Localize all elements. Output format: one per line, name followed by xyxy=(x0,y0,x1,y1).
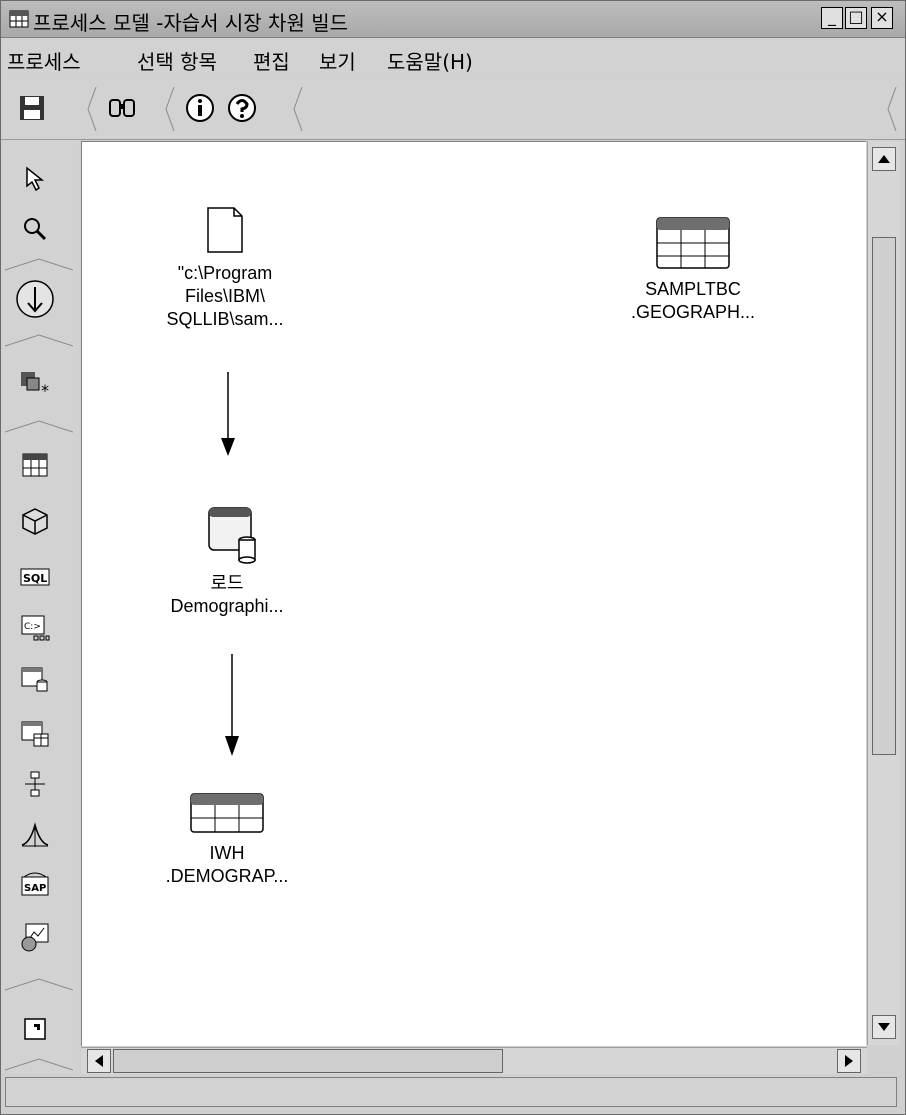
target-table-label-1: IWH xyxy=(209,843,245,863)
tool-palette: * SQL C:> SAP xyxy=(1,141,79,1073)
save-icon[interactable] xyxy=(13,89,51,127)
app-icon xyxy=(9,10,29,28)
load-step-label-1: 로드 xyxy=(210,573,244,593)
menu-edit[interactable]: 편집 xyxy=(253,46,290,75)
horizontal-scrollbar[interactable] xyxy=(81,1047,867,1074)
toolbar-separator xyxy=(293,87,303,131)
target-table-node[interactable]: IWH .DEMOGRAP... xyxy=(142,792,312,888)
file-load-icon[interactable] xyxy=(13,657,57,701)
palette-separator xyxy=(5,258,73,271)
svg-text:C:>: C:> xyxy=(24,622,41,632)
svg-text:SQL: SQL xyxy=(23,572,47,585)
horizontal-scroll-thumb[interactable] xyxy=(113,1049,503,1073)
table-load-icon[interactable] xyxy=(13,711,57,755)
toolbar-separator xyxy=(87,87,97,131)
toolbar-separator xyxy=(165,87,175,131)
load-step-label-2: Demographi... xyxy=(170,596,284,616)
menu-selected[interactable]: 선택 항목 xyxy=(137,46,217,75)
file-icon xyxy=(207,207,243,253)
cube-icon[interactable] xyxy=(13,499,57,543)
palette-separator xyxy=(5,1058,73,1071)
new-object-icon[interactable]: * xyxy=(13,361,57,405)
palette-separator xyxy=(5,420,73,433)
minimize-button[interactable]: _ xyxy=(821,7,843,29)
web-icon[interactable] xyxy=(13,915,57,959)
file-node-label-2: Files\IBM\ xyxy=(184,286,265,306)
status-bar xyxy=(5,1077,897,1107)
arrow-up-icon xyxy=(878,155,890,163)
source-table-label-1: SAMPLTBC xyxy=(645,279,741,299)
arrow-down-icon xyxy=(878,1023,890,1031)
find-icon[interactable] xyxy=(103,89,141,127)
vertical-scroll-thumb[interactable] xyxy=(872,237,896,755)
scroll-right-button[interactable] xyxy=(837,1049,861,1073)
source-table-icon xyxy=(656,217,730,269)
file-node[interactable]: "c:\Program Files\IBM\ SQLLIB\sam... xyxy=(140,206,310,331)
toolbar-separator xyxy=(887,87,897,131)
source-table-node[interactable]: SAMPLTBC .GEOGRAPH... xyxy=(608,216,778,324)
close-button[interactable]: × xyxy=(871,7,893,29)
info-icon[interactable] xyxy=(181,89,219,127)
file-node-label-1: "c:\Program xyxy=(177,263,273,283)
table-icon[interactable] xyxy=(13,443,57,487)
sap-icon[interactable]: SAP xyxy=(13,863,57,907)
shortcut-icon[interactable] xyxy=(13,1007,57,1051)
target-table-label-2: .DEMOGRAP... xyxy=(165,866,289,886)
transform-icon[interactable] xyxy=(13,763,57,807)
menu-bar: 프로세스 선택 항목 편집 보기 도움말(H) xyxy=(1,38,905,112)
help-icon[interactable] xyxy=(223,89,261,127)
palette-separator xyxy=(5,978,73,991)
pointer-icon[interactable] xyxy=(13,157,57,201)
connector-arrowhead xyxy=(225,736,239,756)
zoom-icon[interactable] xyxy=(13,207,57,251)
toolbar xyxy=(1,79,905,140)
target-table-icon xyxy=(190,793,264,833)
arrow-left-icon xyxy=(95,1055,103,1067)
statistics-icon[interactable] xyxy=(13,813,57,857)
svg-text:*: * xyxy=(41,381,49,398)
process-canvas[interactable]: "c:\Program Files\IBM\ SQLLIB\sam... 로드 … xyxy=(81,141,866,1046)
menu-view[interactable]: 보기 xyxy=(319,46,356,75)
window-title: 프로세스 모델 -자습서 시장 차원 빌드 xyxy=(33,11,349,35)
sql-icon[interactable]: SQL xyxy=(13,555,57,599)
load-step-node[interactable]: 로드 Demographi... xyxy=(142,504,312,618)
arrow-right-icon xyxy=(845,1055,853,1067)
connector-arrowhead xyxy=(221,438,235,456)
scroll-left-button[interactable] xyxy=(87,1049,111,1073)
svg-text:SAP: SAP xyxy=(24,883,46,894)
scroll-up-button[interactable] xyxy=(872,147,896,171)
vertical-scrollbar[interactable] xyxy=(867,141,900,1045)
palette-separator xyxy=(5,334,73,347)
source-table-label-2: .GEOGRAPH... xyxy=(630,302,756,322)
program-icon[interactable]: C:> xyxy=(13,607,57,651)
menu-process[interactable]: 프로세스 xyxy=(7,46,81,75)
title-bar[interactable]: 프로세스 모델 -자습서 시장 차원 빌드 _ □ × xyxy=(1,1,905,38)
process-model-window: 프로세스 모델 -자습서 시장 차원 빌드 _ □ × 프로세스 선택 항목 편… xyxy=(0,0,906,1115)
file-node-label-3: SQLLIB\sam... xyxy=(166,309,284,329)
load-step-icon xyxy=(208,507,256,564)
task-flow-icon[interactable] xyxy=(13,277,57,321)
menu-help[interactable]: 도움말(H) xyxy=(387,46,473,75)
scroll-down-button[interactable] xyxy=(872,1015,896,1039)
maximize-button[interactable]: □ xyxy=(845,7,867,29)
